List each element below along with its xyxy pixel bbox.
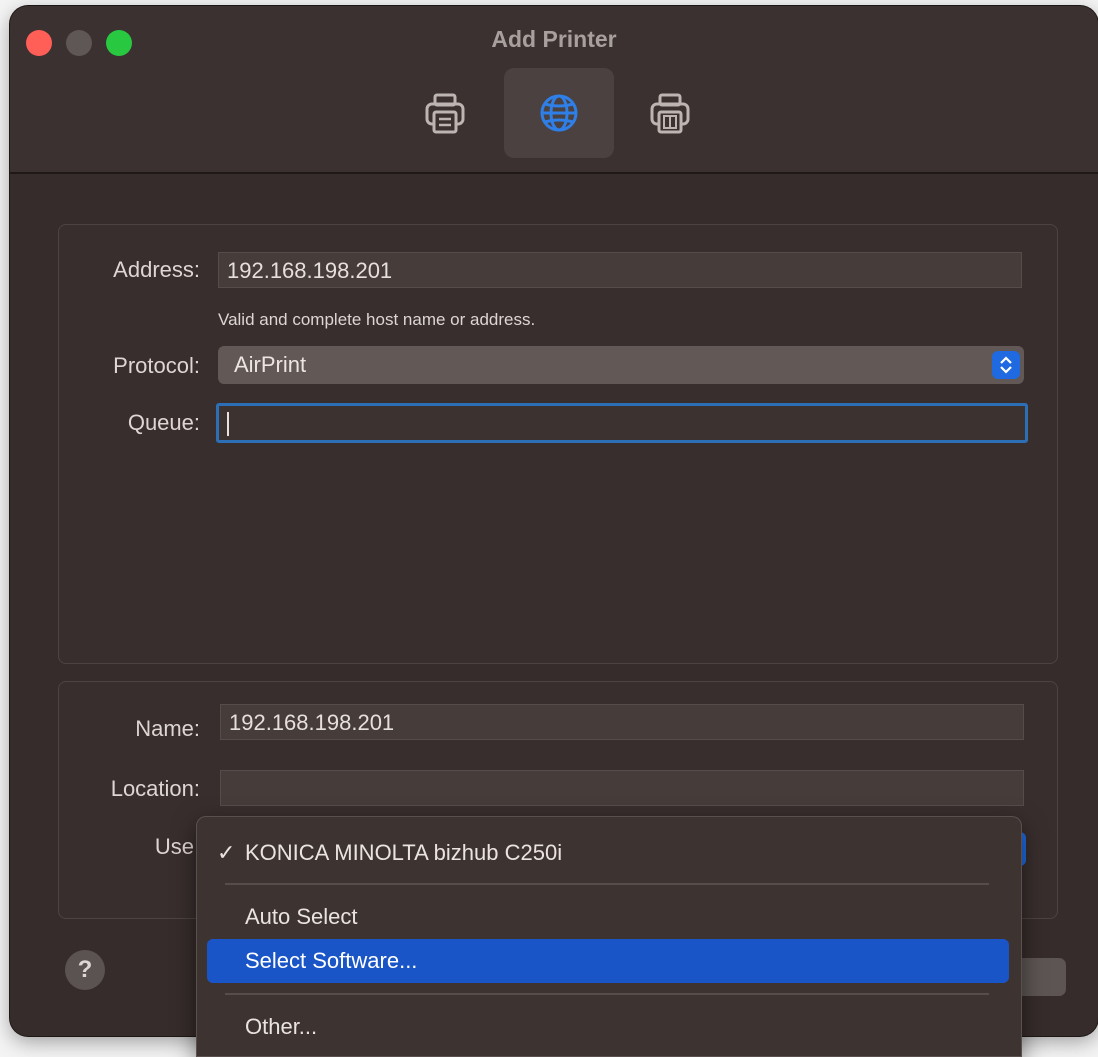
menu-item-label: Other...	[245, 1014, 318, 1039]
checkmark-icon: ✓	[217, 840, 236, 865]
menu-item-konica-minolta[interactable]: ✓ KONICA MINOLTA bizhub C250i	[207, 831, 1009, 875]
name-label: Name:	[135, 716, 200, 741]
menu-separator	[225, 883, 989, 885]
windows-printer-icon	[650, 93, 690, 134]
toolbar-windows-button[interactable]	[615, 68, 725, 158]
use-dropdown-menu: ✓ KONICA MINOLTA bizhub C250i Auto Selec…	[196, 816, 1022, 1057]
menu-item-label: Auto Select	[245, 904, 358, 929]
chevron-up-down-icon	[992, 351, 1020, 379]
address-label: Address:	[113, 257, 200, 282]
menu-item-label: KONICA MINOLTA bizhub C250i	[245, 840, 563, 865]
location-field[interactable]	[220, 770, 1024, 806]
address-hint: Valid and complete host name or address.	[218, 310, 536, 329]
help-button[interactable]: ?	[65, 950, 105, 990]
printer-icon	[425, 93, 465, 134]
protocol-label: Protocol:	[113, 353, 200, 378]
text-caret	[227, 412, 229, 436]
use-label: Use	[154, 834, 194, 859]
protocol-select-value: AirPrint	[234, 352, 307, 377]
menu-item-select-software[interactable]: Select Software...	[207, 939, 1009, 983]
menu-item-label: Select Software...	[245, 948, 418, 973]
titlebar: Add Printer	[10, 6, 1098, 174]
menu-item-auto-select[interactable]: Auto Select	[207, 895, 1009, 939]
queue-field[interactable]	[216, 403, 1028, 443]
toolbar-ip-button[interactable]	[504, 68, 614, 158]
protocol-select[interactable]: AirPrint	[218, 346, 1024, 384]
menu-separator	[225, 993, 989, 995]
globe-icon	[540, 94, 578, 132]
menu-item-other[interactable]: Other...	[207, 1005, 1009, 1049]
name-field[interactable]: 192.168.198.201	[220, 704, 1024, 740]
connection-group	[58, 224, 1058, 664]
toolbar-default-button[interactable]	[390, 68, 500, 158]
address-field[interactable]: 192.168.198.201	[218, 252, 1022, 288]
window-title: Add Printer	[491, 26, 617, 52]
queue-label: Queue:	[127, 410, 200, 435]
location-label: Location:	[110, 776, 200, 801]
